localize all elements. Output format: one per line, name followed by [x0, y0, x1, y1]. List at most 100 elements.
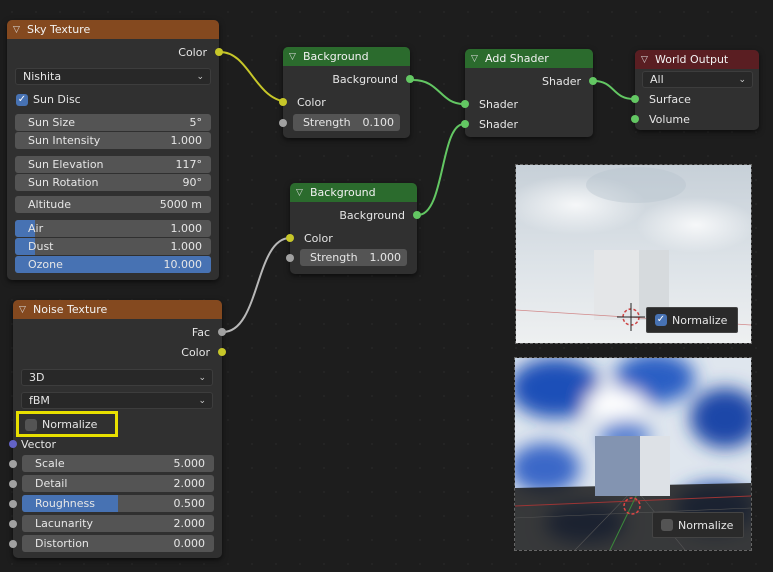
float-socket-icon[interactable]: [9, 500, 17, 508]
field-label: Detail: [35, 477, 68, 490]
field-value: 1.000: [369, 251, 402, 264]
sun-rotation-field[interactable]: Sun Rotation 90°: [15, 174, 211, 191]
dropdown-value: All: [650, 73, 664, 86]
float-socket-icon[interactable]: [9, 460, 17, 468]
color-socket-icon[interactable]: [286, 234, 294, 242]
chevron-down-icon[interactable]: ▽: [289, 52, 299, 62]
dust-slider[interactable]: Dust 1.000: [15, 238, 211, 255]
add-output-shader: Shader: [465, 71, 597, 91]
noise-output-fac: Fac: [13, 322, 226, 342]
color-socket-icon[interactable]: [215, 48, 223, 56]
field-label: Roughness: [35, 497, 96, 510]
add-input-shader-2: Shader: [461, 114, 593, 134]
noise-type-dropdown[interactable]: fBM ⌄: [21, 392, 213, 409]
field-value: 0.500: [173, 497, 206, 510]
normalize-overlay-bottom[interactable]: Normalize: [652, 512, 744, 538]
viewport-preview-bottom[interactable]: Normalize: [514, 357, 752, 551]
socket-label: Background: [332, 72, 398, 86]
field-value: 2.000: [173, 517, 206, 530]
background-node-2[interactable]: ▽ Background Background Color Strength 1.…: [286, 183, 421, 274]
checkbox-label: Sun Disc: [33, 93, 81, 106]
altitude-field[interactable]: Altitude 5000 m: [15, 196, 211, 213]
background-node-header[interactable]: ▽ Background: [283, 47, 410, 66]
shader-socket-icon[interactable]: [631, 115, 639, 123]
socket-label: Color: [297, 95, 326, 109]
field-label: Ozone: [28, 258, 63, 271]
distortion-field[interactable]: Distortion 0.000: [22, 535, 214, 552]
shader-socket-icon[interactable]: [461, 120, 469, 128]
field-value: 2.000: [173, 477, 206, 490]
sky-output-color: Color: [7, 42, 223, 62]
color-socket-icon[interactable]: [218, 348, 226, 356]
link-noise-to-bg2: [222, 237, 291, 333]
checkbox-label: Normalize: [672, 313, 728, 327]
checkbox-label: Normalize: [678, 518, 734, 532]
normalize-overlay-top[interactable]: ✓ Normalize: [646, 307, 738, 333]
chevron-down-icon[interactable]: ▽: [471, 54, 481, 64]
world-output-node[interactable]: ▽ World Output All ⌄ Surface Volume: [631, 50, 759, 130]
float-socket-icon[interactable]: [286, 254, 294, 262]
noise-dimensions-dropdown[interactable]: 3D ⌄: [21, 369, 213, 386]
float-socket-icon[interactable]: [9, 520, 17, 528]
world-output-header[interactable]: ▽ World Output: [635, 50, 759, 69]
shader-socket-icon[interactable]: [413, 211, 421, 219]
link-bg1-to-add: [412, 79, 465, 105]
bg1-strength-field[interactable]: Strength 0.100: [293, 114, 400, 131]
shader-socket-icon[interactable]: [631, 95, 639, 103]
sun-disc-checkbox[interactable]: ✓ Sun Disc: [16, 93, 81, 106]
float-socket-icon[interactable]: [9, 540, 17, 548]
chevron-down-icon[interactable]: ▽: [19, 305, 29, 315]
background-node-header[interactable]: ▽ Background: [290, 183, 417, 202]
socket-label: Surface: [649, 92, 691, 106]
background-node-1[interactable]: ▽ Background Background Color Strength 0.…: [279, 47, 414, 138]
dropdown-value: Nishita: [23, 70, 62, 83]
float-socket-icon[interactable]: [9, 480, 17, 488]
node-title: Noise Texture: [33, 303, 108, 316]
sky-type-dropdown[interactable]: Nishita ⌄: [15, 68, 211, 85]
bg2-input-color: Color: [286, 228, 417, 248]
checkmark-icon: ✓: [655, 314, 667, 326]
link-sky-to-bg1: [219, 51, 291, 103]
air-slider[interactable]: Air 1.000: [15, 220, 211, 237]
chevron-down-icon[interactable]: ▽: [296, 188, 306, 198]
chevron-down-icon[interactable]: ▽: [641, 55, 651, 65]
checkbox-empty-icon: [661, 519, 673, 531]
ozone-slider[interactable]: Ozone 10.000: [15, 256, 211, 273]
sky-texture-header[interactable]: ▽ Sky Texture: [7, 20, 219, 39]
chevron-down-icon[interactable]: ▽: [13, 25, 23, 35]
scale-field[interactable]: Scale 5.000: [22, 455, 214, 472]
sun-intensity-field[interactable]: Sun Intensity 1.000: [15, 132, 211, 149]
noise-texture-header[interactable]: ▽ Noise Texture: [13, 300, 222, 319]
sun-elevation-field[interactable]: Sun Elevation 117°: [15, 156, 211, 173]
add-shader-node[interactable]: ▽ Add Shader Shader Shader Shader: [461, 49, 597, 137]
add-input-shader-1: Shader: [461, 94, 593, 114]
sky-texture-node[interactable]: ▽ Sky Texture Color Nishita ⌄ ✓ Sun Disc …: [7, 20, 223, 280]
field-value: 5000 m: [159, 198, 202, 211]
detail-field[interactable]: Detail 2.000: [22, 475, 214, 492]
field-value: 5°: [189, 116, 203, 129]
field-label: Sun Intensity: [28, 134, 101, 147]
color-socket-icon[interactable]: [279, 98, 287, 106]
viewport-preview-top[interactable]: ✓ Normalize: [515, 164, 752, 344]
socket-label: Vector: [21, 437, 57, 451]
sun-size-field[interactable]: Sun Size 5°: [15, 114, 211, 131]
noise-input-vector: Vector: [9, 434, 222, 454]
bg2-strength-field[interactable]: Strength 1.000: [300, 249, 407, 266]
shader-socket-icon[interactable]: [589, 77, 597, 85]
bg1-output-background: Background: [283, 69, 414, 89]
field-label: Strength: [309, 251, 358, 264]
vector-socket-icon[interactable]: [9, 440, 17, 448]
roughness-slider[interactable]: Roughness 0.500: [22, 495, 214, 512]
field-value: 0.100: [362, 116, 395, 129]
float-socket-icon[interactable]: [218, 328, 226, 336]
float-socket-icon[interactable]: [279, 119, 287, 127]
field-value: 117°: [175, 158, 203, 171]
socket-label: Color: [178, 45, 207, 59]
shader-socket-icon[interactable]: [461, 100, 469, 108]
shader-socket-icon[interactable]: [406, 75, 414, 83]
world-target-dropdown[interactable]: All ⌄: [642, 71, 753, 88]
lacunarity-field[interactable]: Lacunarity 2.000: [22, 515, 214, 532]
add-shader-header[interactable]: ▽ Add Shader: [465, 49, 593, 68]
field-label: Altitude: [28, 198, 71, 211]
node-title: Background: [303, 50, 369, 63]
